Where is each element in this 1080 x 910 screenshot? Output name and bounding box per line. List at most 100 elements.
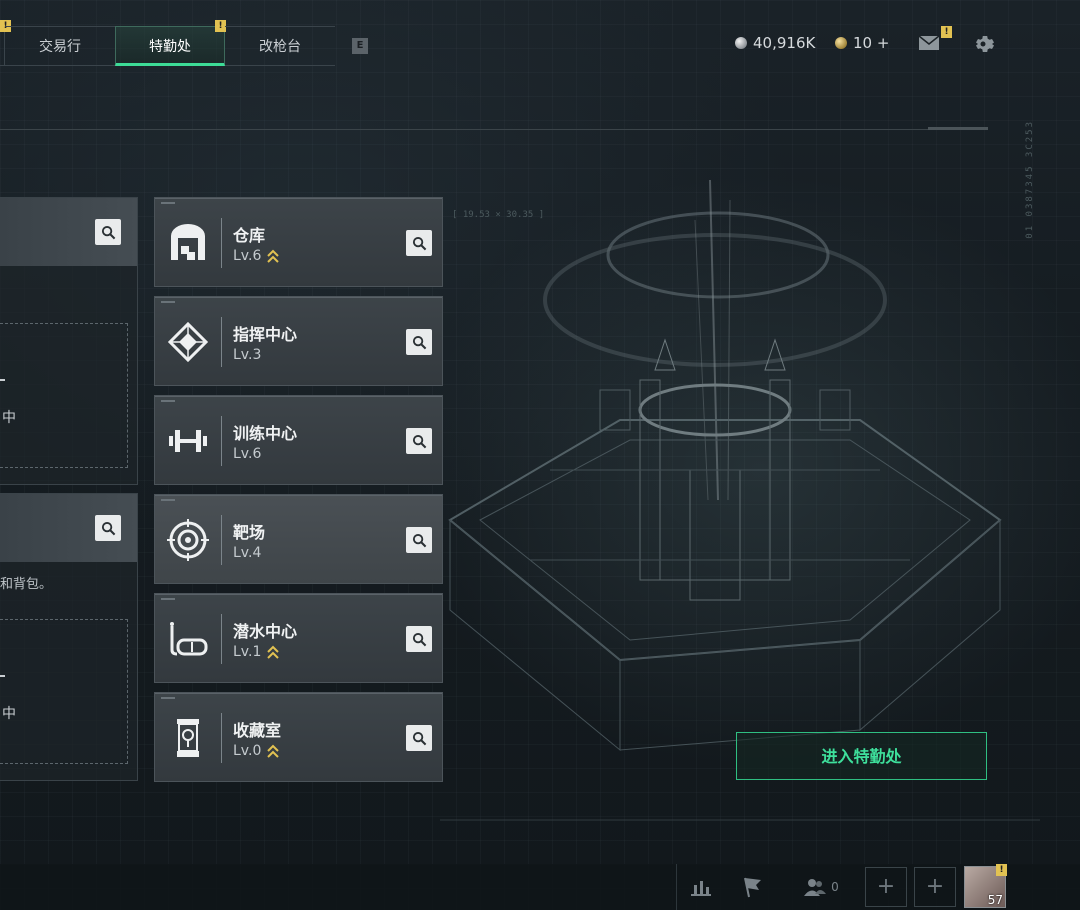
- card-separator: [221, 317, 222, 367]
- card-separator: [221, 614, 222, 664]
- silver-currency[interactable]: 40,916K: [735, 34, 815, 52]
- alert-badge: !: [941, 26, 952, 38]
- card-header: [0, 494, 137, 562]
- tab-trading[interactable]: 交易行: [5, 26, 115, 66]
- card-corner-mark: [161, 202, 175, 204]
- slot-marker: [0, 379, 5, 381]
- card-corner-mark: [161, 301, 175, 303]
- tab-label: 特勤处: [149, 39, 191, 55]
- gold-coin-icon: [835, 37, 847, 49]
- card-corner-mark: [161, 499, 175, 501]
- tab-gunsmith[interactable]: 改枪台: [225, 26, 335, 66]
- facility-name: 靶场: [233, 523, 266, 542]
- bar-chart-icon: [691, 881, 711, 896]
- inspect-button[interactable]: [406, 527, 432, 553]
- facility-card-diving-center[interactable]: 潜水中心 Lv.1: [154, 593, 443, 683]
- mail-button[interactable]: !: [918, 26, 952, 52]
- facility-card-collection-room[interactable]: 收藏室 Lv.0: [154, 692, 443, 782]
- left-panel-card-2[interactable]: 和背包。 中: [0, 493, 138, 781]
- facility-name: 仓库: [233, 226, 266, 245]
- player-level: 57: [987, 893, 1003, 907]
- facility-name: 收藏室: [233, 721, 282, 740]
- dumbbell-icon: [167, 420, 209, 462]
- facility-level: Lv.6: [233, 446, 262, 462]
- facility-level: Lv.0: [233, 743, 262, 759]
- settings-button[interactable]: [973, 32, 997, 56]
- upgrade-available-icon: [267, 744, 279, 758]
- facility-level: Lv.4: [233, 545, 262, 561]
- player-avatar[interactable]: ! 57: [964, 864, 1007, 908]
- left-panel-card-1[interactable]: 中: [0, 197, 138, 485]
- card-separator: [221, 713, 222, 763]
- tab-label: 改枪台: [259, 39, 301, 55]
- upgrade-available-icon: [267, 645, 279, 659]
- friends-icon: [804, 879, 827, 896]
- silver-amount: 40,916K: [753, 34, 816, 52]
- search-icon: [412, 434, 426, 448]
- card-header: [0, 198, 137, 266]
- card-separator: [221, 218, 222, 268]
- search-icon: [412, 533, 426, 547]
- card-description: 和背包。: [0, 577, 53, 592]
- card-corner-mark: [161, 400, 175, 402]
- flag-icon: [744, 877, 761, 898]
- coordinate-readout: [ 19.53 × 30.35 ]: [452, 210, 545, 220]
- search-icon: [101, 225, 115, 239]
- upgrade-available-icon: [267, 249, 279, 263]
- warehouse-icon: [167, 222, 209, 264]
- facility-level: Lv.3: [233, 347, 262, 363]
- search-icon: [412, 731, 426, 745]
- enter-special-ops-button[interactable]: 进入特勤处: [736, 732, 987, 780]
- search-icon: [412, 335, 426, 349]
- card-corner-mark: [161, 697, 175, 699]
- gold-currency[interactable]: 10 +: [835, 34, 889, 52]
- friends-button[interactable]: 0: [798, 872, 844, 902]
- facility-card-command-center[interactable]: 指挥中心 Lv.3: [154, 296, 443, 386]
- header-divider: [0, 127, 988, 130]
- bottom-actions: [676, 864, 677, 910]
- friends-count: 0: [831, 880, 839, 894]
- slot-marker: [0, 675, 5, 677]
- keybind-hint-e: E: [352, 38, 368, 54]
- slot-frame: [0, 619, 128, 764]
- facility-level: Lv.1: [233, 644, 262, 660]
- invite-slot-2[interactable]: +: [914, 867, 956, 907]
- facility-card-training-center[interactable]: 训练中心 Lv.6: [154, 395, 443, 485]
- slot-status-text: 中: [2, 410, 16, 426]
- vertical-serial-text: 01 0387345 3C253: [1025, 120, 1035, 239]
- facility-name: 训练中心: [233, 424, 298, 443]
- facility-card-warehouse[interactable]: 仓库 Lv.6: [154, 197, 443, 287]
- gear-icon: [976, 36, 994, 52]
- stats-button[interactable]: [681, 872, 721, 902]
- card-corner-mark: [161, 598, 175, 600]
- facility-level: Lv.6: [233, 248, 262, 264]
- inspect-button[interactable]: [406, 428, 432, 454]
- target-icon: [167, 519, 209, 561]
- inspect-button[interactable]: [406, 725, 432, 751]
- collection-case-icon: [167, 717, 209, 759]
- inspect-button[interactable]: [406, 626, 432, 652]
- tab-special-ops[interactable]: 特勤处 !: [115, 20, 226, 66]
- command-center-icon: [167, 321, 209, 363]
- mail-icon: [918, 35, 940, 50]
- inspect-button[interactable]: [95, 515, 121, 541]
- slot-status-text: 中: [2, 706, 16, 722]
- top-bar: ! 交易行 特勤处 ! 改枪台 E 40,916K 10 + !: [0, 0, 1080, 70]
- slot-frame: [0, 323, 128, 468]
- facility-card-shooting-range[interactable]: 靶场 Lv.4: [154, 494, 443, 584]
- facility-name: 指挥中心: [233, 325, 298, 344]
- inspect-button[interactable]: [95, 219, 121, 245]
- inspect-button[interactable]: [406, 329, 432, 355]
- tab-label: 交易行: [39, 39, 81, 55]
- invite-slot-1[interactable]: +: [865, 867, 907, 907]
- search-icon: [412, 632, 426, 646]
- diving-mask-icon: [167, 618, 209, 660]
- flag-button[interactable]: [733, 872, 773, 902]
- silver-coin-icon: [735, 37, 747, 49]
- bottom-bar: 0 + + ! 57: [0, 864, 1080, 910]
- card-separator: [221, 416, 222, 466]
- search-icon: [412, 236, 426, 250]
- alert-badge: !: [996, 864, 1007, 876]
- inspect-button[interactable]: [406, 230, 432, 256]
- search-icon: [101, 521, 115, 535]
